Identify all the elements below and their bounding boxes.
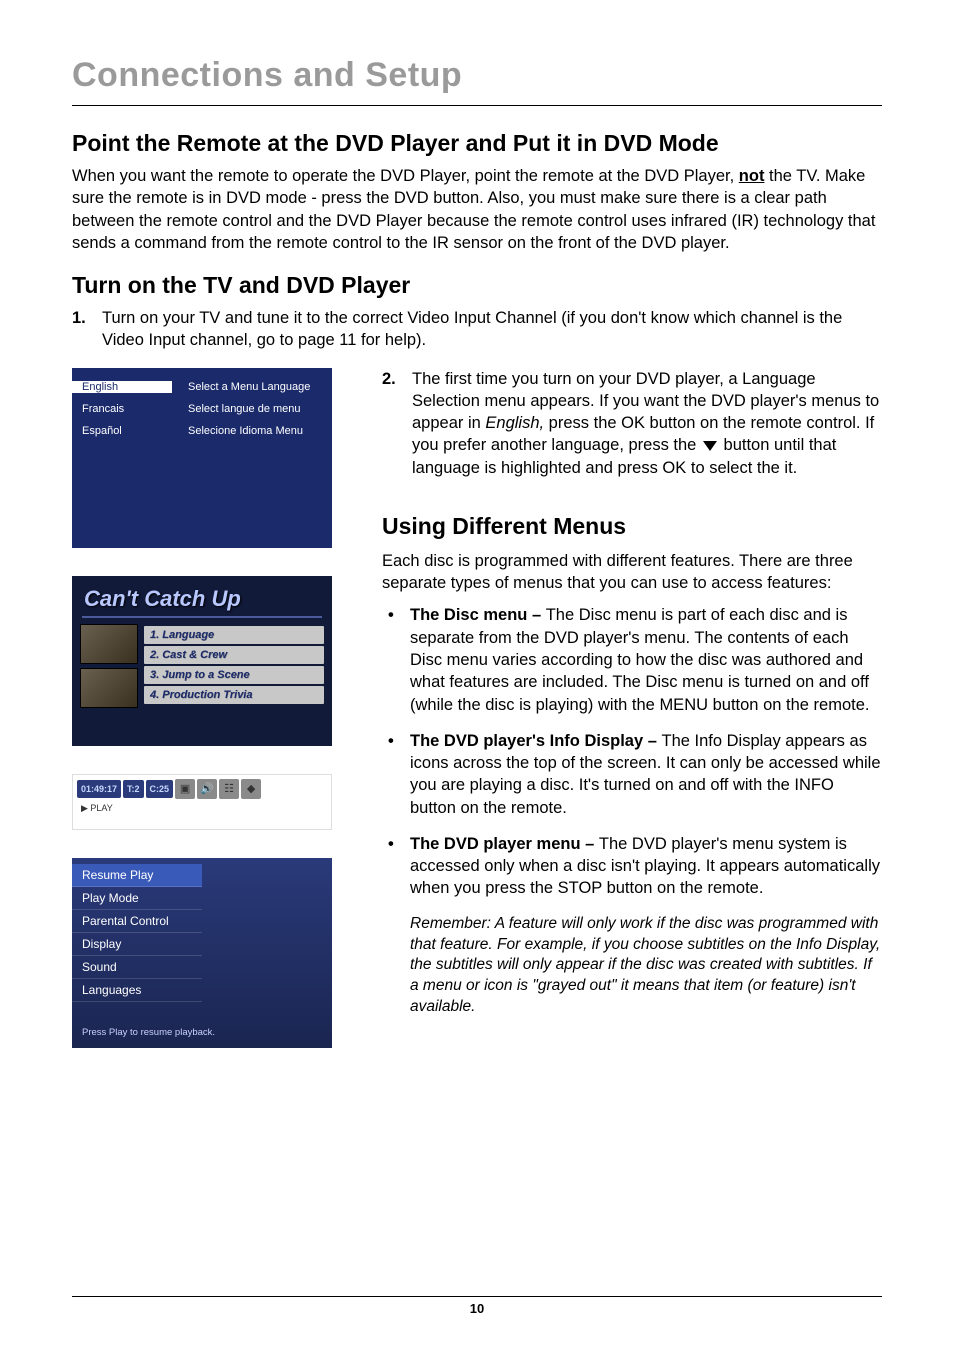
player-menu-item: Sound	[72, 956, 202, 979]
title-rule	[72, 105, 882, 106]
page-title: Connections and Setup	[72, 56, 882, 95]
player-menu-item: Play Mode	[72, 887, 202, 910]
info-display-screenshot: 01:49:17 T:2 C:25 ▣ 🔊 ☷ ◆ ▶ PLAY	[72, 774, 332, 830]
down-arrow-icon	[703, 441, 717, 451]
page-number: 10	[72, 1301, 882, 1316]
lang-right-1: Select langue de menu	[172, 403, 332, 415]
disc-menu-item: 2. Cast & Crew	[144, 646, 324, 664]
step-2-english: English,	[485, 414, 544, 432]
player-menu-item: Languages	[72, 979, 202, 1002]
lang-item-english: English	[72, 381, 172, 393]
info-t-chip: T:2	[123, 780, 144, 798]
bullet-info-display: The DVD player's Info Display – The Info…	[382, 730, 882, 819]
language-menu-screenshot: English Select a Menu Language Francais …	[72, 368, 332, 548]
disc-menu-rule	[82, 616, 322, 618]
page-footer: 10	[72, 1296, 882, 1316]
lang-right-0: Select a Menu Language	[172, 381, 332, 393]
left-column: English Select a Menu Language Francais …	[72, 368, 342, 1048]
player-menu-item: Display	[72, 933, 202, 956]
right-column: 2. The first time you turn on your DVD p…	[382, 368, 882, 1048]
bullet-1-label: The Disc menu –	[410, 606, 546, 624]
subtitle-icon: ☷	[219, 779, 239, 799]
bullet-disc-menu: The Disc menu – The Disc menu is part of…	[382, 604, 882, 715]
bullet-2-label: The DVD player's Info Display –	[410, 732, 662, 750]
bookmark-icon: ◆	[241, 779, 261, 799]
disc-menu-item: 3. Jump to a Scene	[144, 666, 324, 684]
remember-note: Remember: A feature will only work if th…	[382, 914, 882, 1019]
player-menu-item: Parental Control	[72, 910, 202, 933]
info-c-chip: C:25	[146, 780, 174, 798]
player-menu-footer: Press Play to resume playback.	[82, 1027, 215, 1038]
player-menu-item: Resume Play	[72, 864, 202, 887]
disc-menu-screenshot: Can't Catch Up 1. Language 2. Cast & Cre…	[72, 576, 332, 746]
player-menu-screenshot: Resume Play Play Mode Parental Control D…	[72, 858, 332, 1048]
step-1-text: Turn on your TV and tune it to the corre…	[102, 309, 842, 349]
section1-para: When you want the remote to operate the …	[72, 165, 882, 254]
disc-menu-thumb	[80, 624, 138, 664]
lang-item-francais: Francais	[72, 403, 172, 415]
info-time-chip: 01:49:17	[77, 780, 121, 798]
bullet-3-label: The DVD player menu –	[410, 835, 599, 853]
footer-rule	[72, 1296, 882, 1297]
lang-item-espanol: Español	[72, 425, 172, 437]
section3-intro: Each disc is programmed with different f…	[382, 550, 882, 595]
step-1-number: 1.	[72, 307, 86, 329]
audio-icon: 🔊	[197, 779, 217, 799]
step-1: 1. Turn on your TV and tune it to the co…	[72, 307, 882, 352]
bullet-player-menu: The DVD player menu – The DVD player's m…	[382, 833, 882, 900]
section1-para-pre: When you want the remote to operate the …	[72, 167, 739, 185]
disc-menu-thumb	[80, 668, 138, 708]
section1-para-underline: not	[739, 167, 765, 185]
section1-heading: Point the Remote at the DVD Player and P…	[72, 130, 882, 157]
disc-menu-title: Can't Catch Up	[72, 576, 332, 616]
camera-icon: ▣	[175, 779, 195, 799]
disc-menu-item: 4. Production Trivia	[144, 686, 324, 704]
lang-right-2: Selecione Idioma Menu	[172, 425, 332, 437]
disc-menu-item: 1. Language	[144, 626, 324, 644]
step-2: 2. The first time you turn on your DVD p…	[382, 368, 882, 479]
info-play-label: ▶ PLAY	[73, 803, 331, 814]
step-2-number: 2.	[382, 368, 396, 390]
section3-heading: Using Different Menus	[382, 513, 882, 540]
section2-heading: Turn on the TV and DVD Player	[72, 272, 882, 299]
